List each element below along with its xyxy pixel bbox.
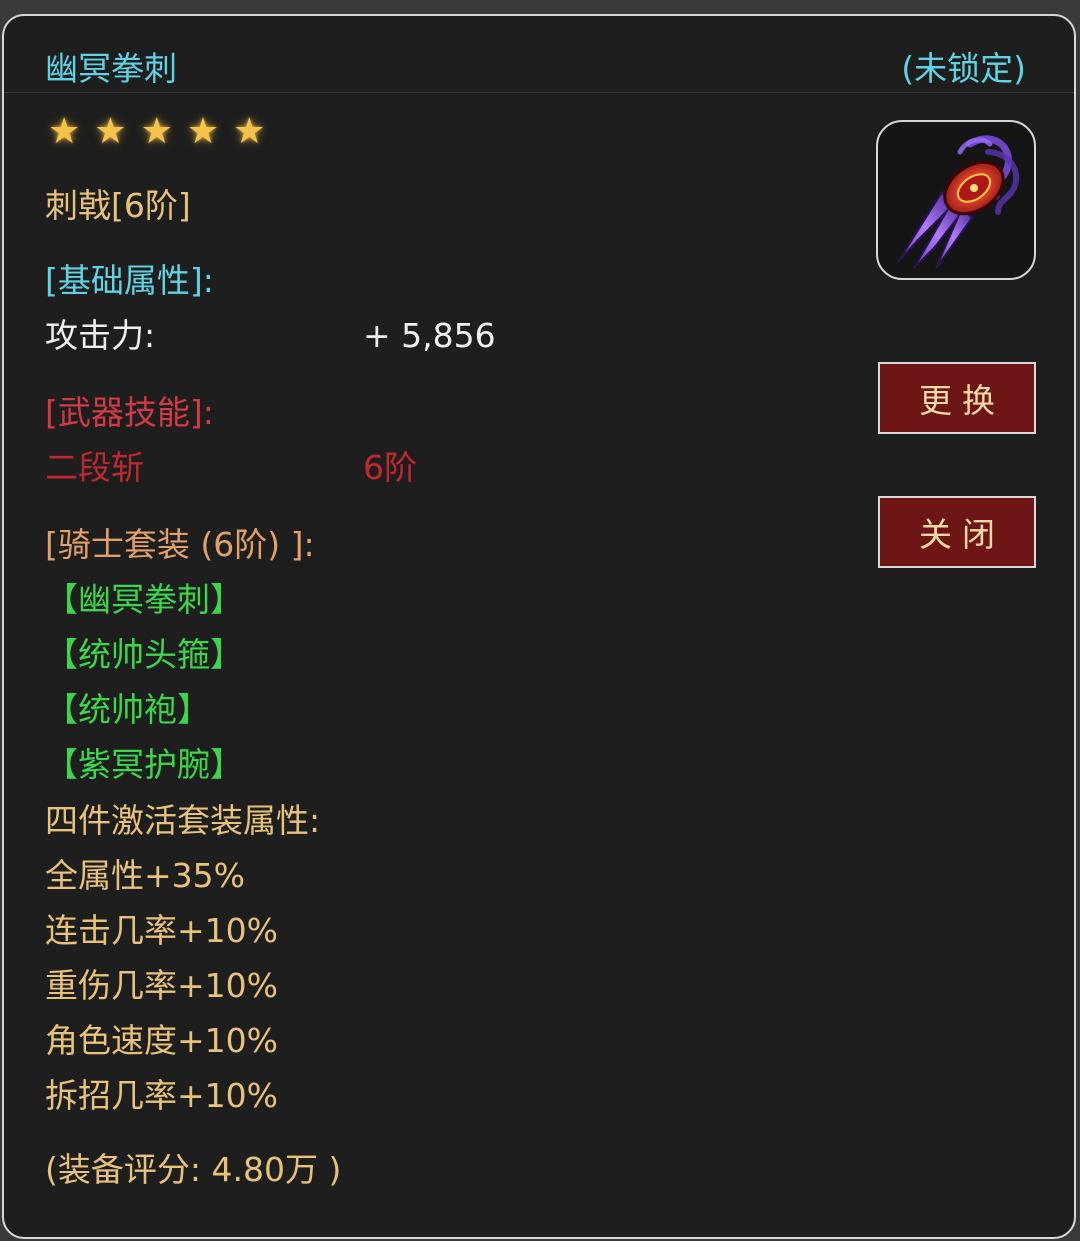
set-bonus-header: 四件激活套装属性: — [45, 801, 321, 840]
set-item: 【统帅头箍】 — [45, 635, 243, 674]
close-button[interactable]: 关闭 — [878, 496, 1036, 568]
base-attrs-header: [基础属性]: — [45, 261, 214, 300]
header-divider — [4, 92, 1074, 93]
star-icon: ★ — [140, 111, 173, 152]
item-detail-panel: 幽冥拳刺 (未锁定) ★ ★ ★ ★ ★ 刺戟[6阶] [基础属性]: 攻击力:… — [2, 14, 1076, 1239]
star-icon: ★ — [186, 111, 220, 152]
item-icon-frame — [876, 120, 1036, 280]
weapon-skill-name: 二段斩 — [45, 448, 144, 487]
set-header: [骑士套装 (6阶) ]: — [45, 525, 315, 564]
star-icon: ★ — [233, 111, 266, 152]
star-rating: ★ ★ ★ ★ ★ — [48, 114, 265, 150]
set-bonus: 拆招几率+10% — [45, 1076, 278, 1115]
item-type: 刺戟[6阶] — [45, 186, 191, 225]
set-bonus: 全属性+35% — [45, 856, 245, 895]
equipment-score: (装备评分: 4.80万 ) — [45, 1150, 342, 1189]
lock-status: (未锁定) — [901, 49, 1026, 88]
star-icon: ★ — [94, 111, 127, 152]
set-item: 【统帅袍】 — [45, 690, 210, 729]
set-bonus: 角色速度+10% — [45, 1021, 278, 1060]
item-name: 幽冥拳刺 — [45, 49, 177, 88]
weapon-skill-header: [武器技能]: — [45, 393, 214, 432]
set-bonus: 重伤几率+10% — [45, 966, 278, 1005]
claw-weapon-icon — [897, 135, 1019, 269]
set-bonus: 连击几率+10% — [45, 911, 278, 950]
attack-label: 攻击力: — [45, 316, 156, 355]
attack-value: + 5,856 — [363, 316, 496, 355]
star-icon: ★ — [48, 111, 81, 152]
set-item: 【紫冥护腕】 — [45, 745, 243, 784]
change-button[interactable]: 更换 — [878, 362, 1036, 434]
set-item: 【幽冥拳刺】 — [45, 580, 243, 619]
weapon-skill-level: 6阶 — [363, 448, 417, 487]
